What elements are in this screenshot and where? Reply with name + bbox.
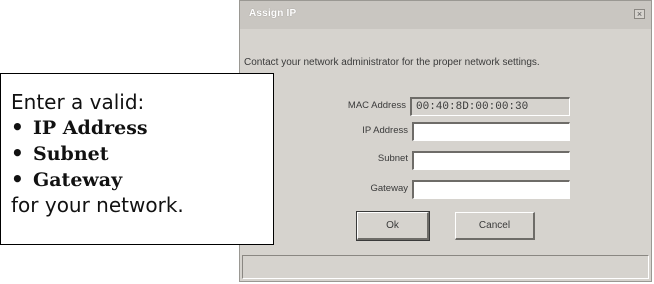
mac-address-field: 00:40:8D:00:00:30 bbox=[410, 97, 570, 116]
dialog-titlebar: Assign IP × bbox=[240, 1, 651, 29]
callout-item-subnet: • Subnet bbox=[11, 141, 273, 167]
instruction-text: Contact your network administrator for t… bbox=[244, 57, 540, 68]
callout-item-gateway: • Gateway bbox=[11, 167, 273, 193]
dialog-title: Assign IP bbox=[249, 8, 297, 19]
ip-address-input[interactable] bbox=[412, 122, 570, 141]
instruction-callout: Enter a valid: • IP Address • Subnet • Gate… bbox=[0, 73, 274, 245]
ip-address-label: IP Address bbox=[362, 125, 408, 136]
callout-item-label: Gateway bbox=[33, 169, 123, 191]
bullet-icon: • bbox=[11, 115, 24, 139]
bullet-icon: • bbox=[11, 167, 24, 191]
callout-item-label: IP Address bbox=[33, 117, 148, 139]
cancel-button[interactable]: Cancel bbox=[455, 212, 535, 240]
ok-button[interactable]: Ok bbox=[356, 211, 430, 241]
gateway-label: Gateway bbox=[370, 183, 409, 194]
assign-ip-dialog: Assign IP × Contact your network adminis… bbox=[239, 0, 652, 282]
callout-item-ip-address: • IP Address bbox=[11, 115, 273, 141]
bullet-icon: • bbox=[11, 141, 24, 165]
close-icon[interactable]: × bbox=[634, 9, 645, 19]
status-bar bbox=[242, 255, 649, 279]
gateway-input[interactable] bbox=[412, 180, 570, 199]
callout-item-label: Subnet bbox=[33, 143, 109, 165]
callout-intro: Enter a valid: bbox=[11, 90, 145, 114]
mac-address-label: MAC Address bbox=[347, 100, 406, 111]
subnet-input[interactable] bbox=[412, 151, 570, 170]
subnet-label: Subnet bbox=[377, 153, 408, 164]
callout-outro: for your network. bbox=[11, 193, 184, 217]
